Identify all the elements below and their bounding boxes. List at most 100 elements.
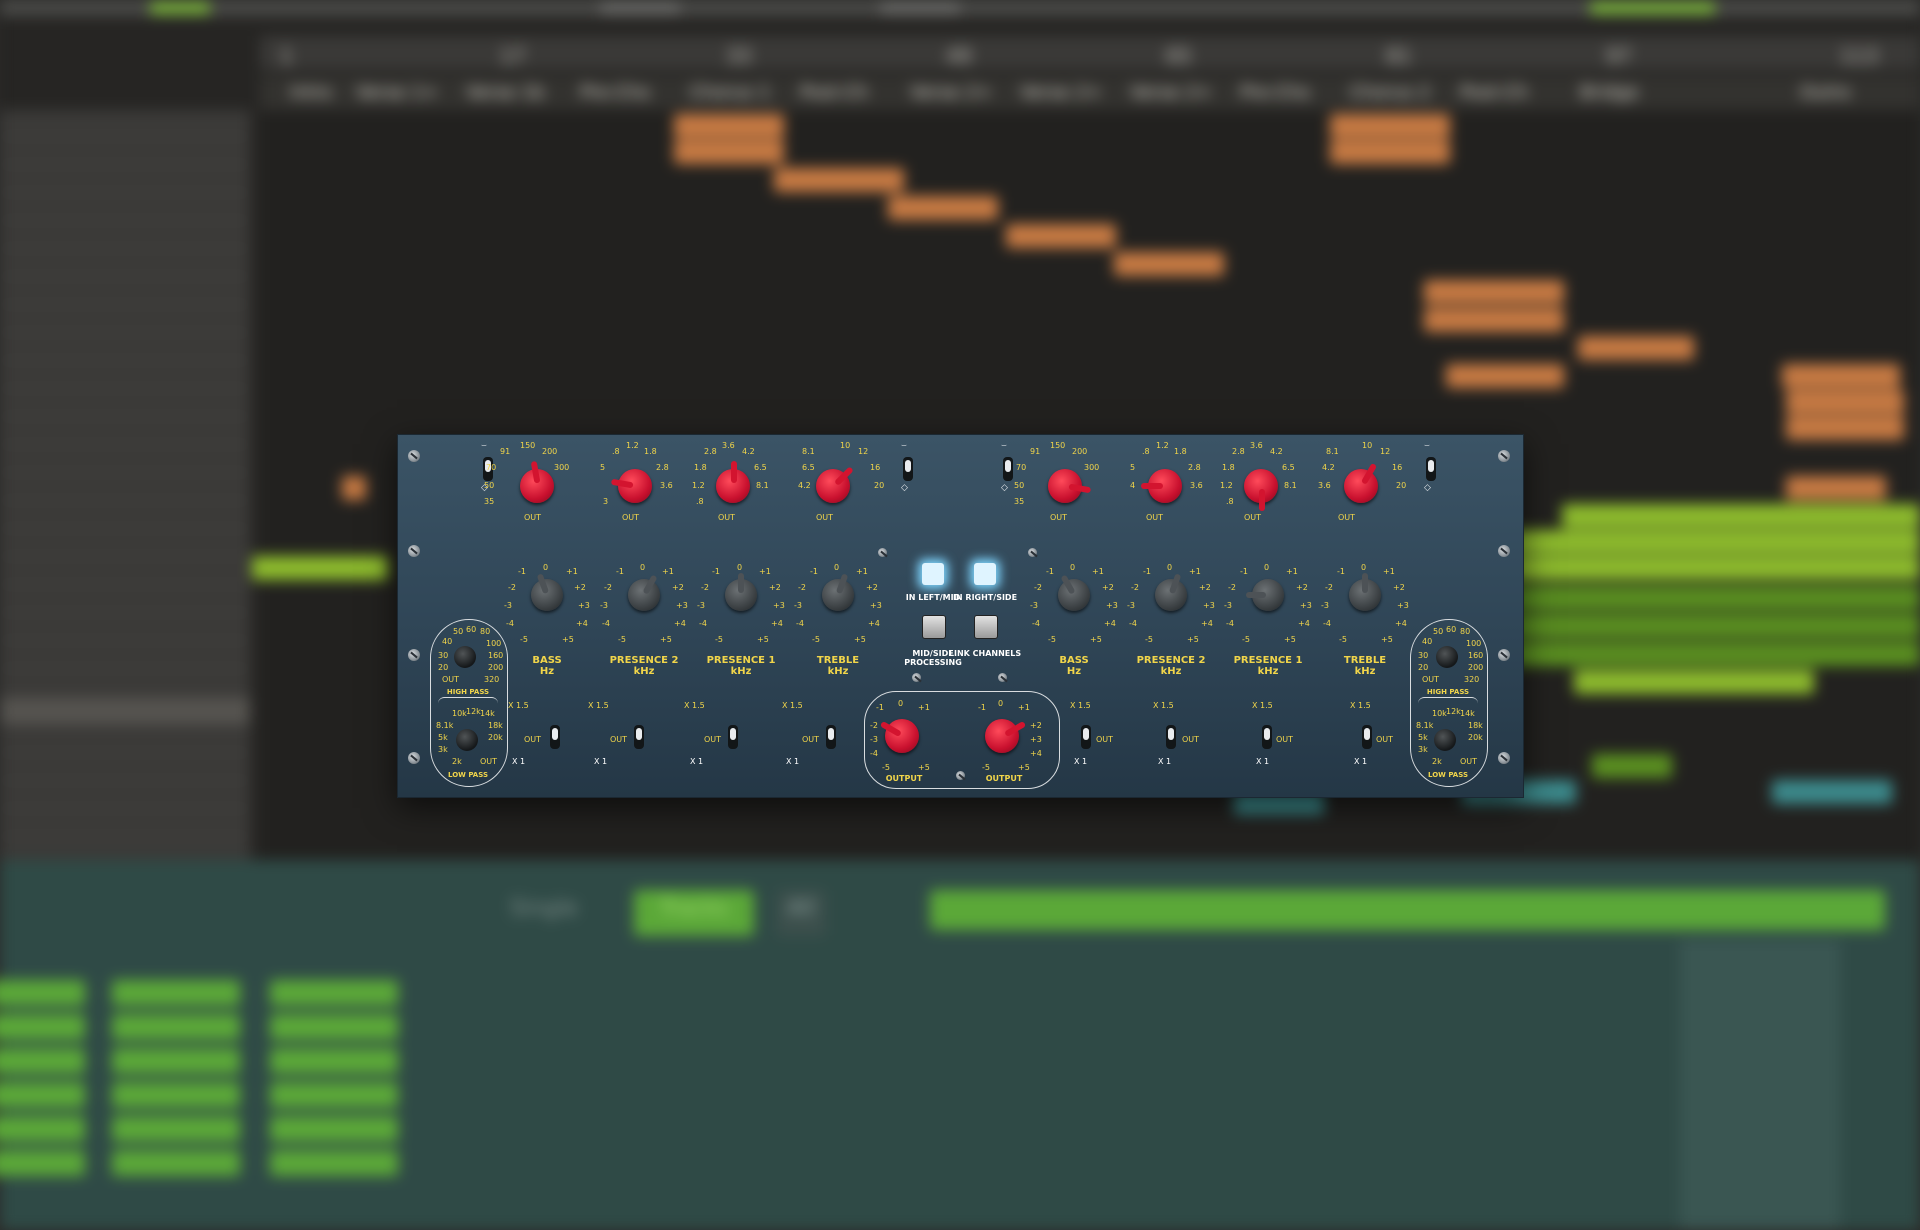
list-item[interactable] [270,1116,398,1142]
marker[interactable]: Post-Ch [800,82,868,103]
left-bass-gain-knob[interactable] [531,573,563,611]
track-header[interactable] [0,782,250,809]
left-treble-freq-knob[interactable] [816,466,854,503]
list-item[interactable] [112,1014,240,1040]
track-header[interactable] [0,362,250,389]
toolbar-button[interactable] [1590,2,1715,14]
audio-region[interactable] [1772,780,1892,804]
audio-region[interactable] [1786,416,1904,440]
audio-region[interactable] [1330,114,1450,138]
track-header[interactable] [0,390,250,417]
audio-region[interactable] [1578,336,1694,360]
track-header[interactable] [0,502,250,529]
left-presence1-freq-knob[interactable] [716,461,750,503]
track-header[interactable] [0,614,250,641]
list-item[interactable] [0,1048,85,1074]
marker[interactable]: Bridge [1580,82,1639,103]
track-header[interactable] [0,530,250,557]
marker[interactable]: Post-Ch [1460,82,1528,103]
list-item[interactable] [0,1082,85,1108]
list-item[interactable] [270,1082,398,1108]
audio-region[interactable] [1424,308,1564,332]
audio-region[interactable] [674,114,784,138]
left-low-pass-knob[interactable] [456,729,478,751]
midi-region[interactable] [1562,504,1920,528]
left-treble-multiplier-toggle[interactable] [826,725,836,749]
right-bass-multiplier-toggle[interactable] [1081,725,1091,749]
link-channels-button[interactable] [974,615,998,639]
track-header[interactable] [0,418,250,445]
audio-region[interactable] [1446,364,1564,388]
left-high-pass-knob[interactable] [454,646,476,668]
marker[interactable]: Pre-Cho [1240,82,1310,103]
marker[interactable]: Intro [290,82,332,103]
marker[interactable]: Chorus 1 [690,82,770,103]
list-item[interactable] [112,1048,240,1074]
left-treble-gain-knob[interactable] [822,573,854,611]
track-header[interactable] [0,558,250,585]
audio-region[interactable] [1114,252,1224,276]
arrangement-markers[interactable]: Intro Verse 1+ Verse 1b Pre-Cho Chorus 1… [260,76,1920,112]
audio-region[interactable] [1786,390,1904,414]
track-header[interactable] [0,250,250,277]
track-header[interactable] [0,194,250,221]
midi-region[interactable] [1502,586,1920,610]
marker[interactable]: Verse 2+ [910,82,992,103]
right-output-knob[interactable] [985,719,1027,753]
timeline-ruler[interactable]: 1 17 33 49 65 81 97 113 [260,36,1920,70]
audio-region[interactable] [1006,224,1116,248]
list-item[interactable] [112,1082,240,1108]
toolbar-button[interactable] [880,2,960,14]
track-header[interactable] [0,642,250,669]
left-bass-multiplier-toggle[interactable] [550,725,560,749]
audio-region[interactable] [774,168,904,192]
track-header[interactable] [0,334,250,361]
right-high-pass-knob[interactable] [1436,646,1458,668]
marker[interactable]: Verse 2+ [1130,82,1212,103]
track-header[interactable] [0,474,250,501]
track-header[interactable] [0,670,250,697]
track-header[interactable] [0,222,250,249]
midi-region[interactable] [1574,670,1814,694]
right-bypass-toggle[interactable] [1003,457,1013,481]
left-presence1-multiplier-toggle[interactable] [728,725,738,749]
list-item[interactable] [0,1116,85,1142]
left-shelf-toggle[interactable] [903,457,913,481]
track-header[interactable] [0,698,250,725]
midi-region[interactable] [1592,754,1672,778]
track-header[interactable] [0,586,250,613]
toolbar-button[interactable] [600,2,680,14]
list-item[interactable] [270,980,398,1006]
audio-region[interactable] [1330,140,1450,164]
right-presence1-freq-knob[interactable] [1244,469,1278,511]
toolbar-button[interactable] [150,2,210,14]
right-presence2-multiplier-toggle[interactable] [1166,725,1176,749]
eq-plugin-window[interactable]: ⌣ ◇ ⌣ ◇ ⌣ ◇ ⌣ ◇ 91 150 200 70 300 50 35 … [397,434,1524,798]
left-presence2-gain-knob[interactable] [628,574,660,611]
left-bass-freq-knob[interactable] [520,460,554,503]
audio-region[interactable] [1786,476,1886,500]
list-item[interactable] [112,1116,240,1142]
right-treble-gain-knob[interactable] [1349,573,1381,611]
audio-region[interactable] [1424,280,1564,304]
left-presence1-gain-knob[interactable] [725,573,757,611]
list-item[interactable] [0,980,85,1006]
track-header[interactable] [0,278,250,305]
midi-region[interactable] [1502,614,1920,638]
list-item[interactable] [0,1150,85,1176]
list-item[interactable] [270,1048,398,1074]
right-low-pass-knob[interactable] [1434,729,1456,751]
audio-region[interactable] [1782,364,1900,388]
right-presence2-gain-knob[interactable] [1155,573,1187,611]
right-presence1-multiplier-toggle[interactable] [1262,725,1272,749]
right-shelf-toggle[interactable] [1426,457,1436,481]
left-output-knob[interactable] [879,719,919,753]
list-item[interactable] [112,1150,240,1176]
midi-region[interactable] [1502,556,1920,580]
audio-region[interactable] [342,476,366,500]
midi-region[interactable] [252,556,388,580]
list-item[interactable] [0,1014,85,1040]
in-right-side-led[interactable] [974,563,996,585]
marker[interactable]: Chorus 2 [1350,82,1430,103]
track-header[interactable] [0,306,250,333]
